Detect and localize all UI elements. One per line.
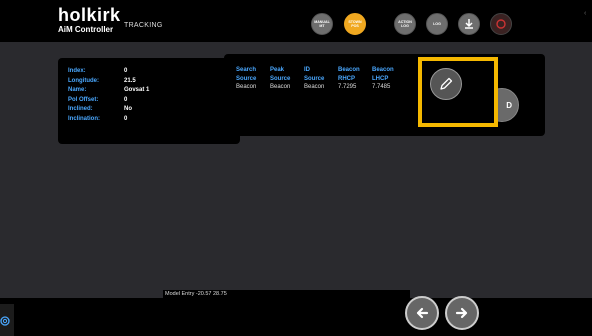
info-key: Name: (68, 87, 87, 93)
column-peak-source: Peak Source Beacon (270, 66, 290, 92)
arrow-left-icon (416, 307, 429, 319)
info-row-longitude: Longitude: 21.5 (68, 78, 136, 84)
table-cell: Beacon (270, 84, 291, 90)
satellite-info-panel: Index: 0 Longitude: 21.5 Name: Govsat 1 Pol… (58, 58, 240, 144)
info-value: 21.5 (124, 77, 136, 84)
manual-mt-button[interactable]: MANUAL MT (311, 13, 333, 35)
info-row-name: Name: Govsat 1 (68, 87, 149, 93)
column-id-source: ID Source Beacon (304, 66, 324, 92)
column-search-source: Search Source Beacon (236, 66, 256, 92)
info-value: 0 (124, 68, 128, 74)
info-value: 0 (124, 96, 128, 103)
model-entry-text: Model Entry -20.57 28.75 (165, 291, 227, 297)
column-beacon-lhcp: Beacon LHCP 7.7485 (372, 66, 394, 92)
column-header: Source (236, 75, 257, 82)
info-value: Govsat 1 (124, 87, 150, 93)
info-value: No (124, 106, 132, 112)
column-header: Beacon (372, 67, 394, 73)
info-row-inclination: Inclination: 0 (68, 116, 127, 122)
info-key: Pol Offset: (68, 96, 99, 103)
info-key: Inclination: (68, 115, 100, 122)
info-key: Index: (68, 68, 86, 74)
info-row-pol-offset: Pol Offset: 0 (68, 97, 127, 103)
app-logo: holkirk AiM Controller (58, 6, 121, 35)
action-log-button[interactable]: ACTION LOG (394, 13, 416, 35)
info-key: Longitude: (68, 77, 99, 84)
column-header: Source (304, 75, 325, 82)
arrow-right-icon (455, 307, 468, 319)
download-icon (465, 19, 473, 29)
power-icon (496, 19, 506, 29)
column-header: Search (236, 67, 257, 73)
top-bar: holkirk AiM Controller TRACKING MANUAL M… (0, 0, 592, 42)
power-button[interactable] (490, 13, 512, 35)
download-button[interactable] (458, 13, 480, 35)
column-header: RHCP (338, 75, 356, 82)
settings-tab[interactable] (0, 304, 14, 336)
page-title: TRACKING (124, 22, 163, 29)
bottom-bar (0, 298, 592, 336)
info-value: 0 (124, 115, 128, 122)
log-label: LOG (433, 22, 441, 26)
log-button[interactable]: LOG (426, 13, 448, 35)
table-cell: Beacon (236, 84, 257, 90)
next-button[interactable] (445, 296, 479, 330)
gear-icon (0, 316, 10, 326)
previous-button[interactable] (405, 296, 439, 330)
edge-indicator: ‹ (584, 10, 587, 17)
action-log-label: ACTION LOG (398, 20, 412, 28)
column-header: Peak (270, 67, 285, 73)
column-header: Source (270, 75, 291, 82)
edit-button[interactable] (430, 68, 462, 100)
info-row-index: Index: 0 (68, 68, 127, 74)
column-header: ID (304, 67, 310, 73)
column-header: LHCP (372, 75, 389, 82)
table-cell: 7.7485 (372, 84, 391, 90)
info-row-inclined: Inclined: No (68, 106, 132, 112)
secondary-action-glyph: D (506, 100, 512, 110)
manual-mt-label: MANUAL MT (314, 20, 330, 28)
info-key: Inclined: (68, 106, 93, 112)
table-cell: Beacon (304, 84, 325, 90)
brand-name: holkirk (58, 5, 121, 25)
app-subtitle: AiM Controller (58, 25, 114, 34)
column-header: Beacon (338, 67, 360, 73)
stown-pos-button[interactable]: STOWN POS (344, 13, 366, 35)
column-beacon-rhcp: Beacon RHCP 7.7295 (338, 66, 360, 92)
stown-pos-label: STOWN POS (348, 20, 362, 28)
model-entry-readout: Model Entry -20.57 28.75 (163, 290, 410, 298)
table-cell: 7.7295 (338, 84, 357, 90)
pencil-icon (440, 77, 453, 90)
